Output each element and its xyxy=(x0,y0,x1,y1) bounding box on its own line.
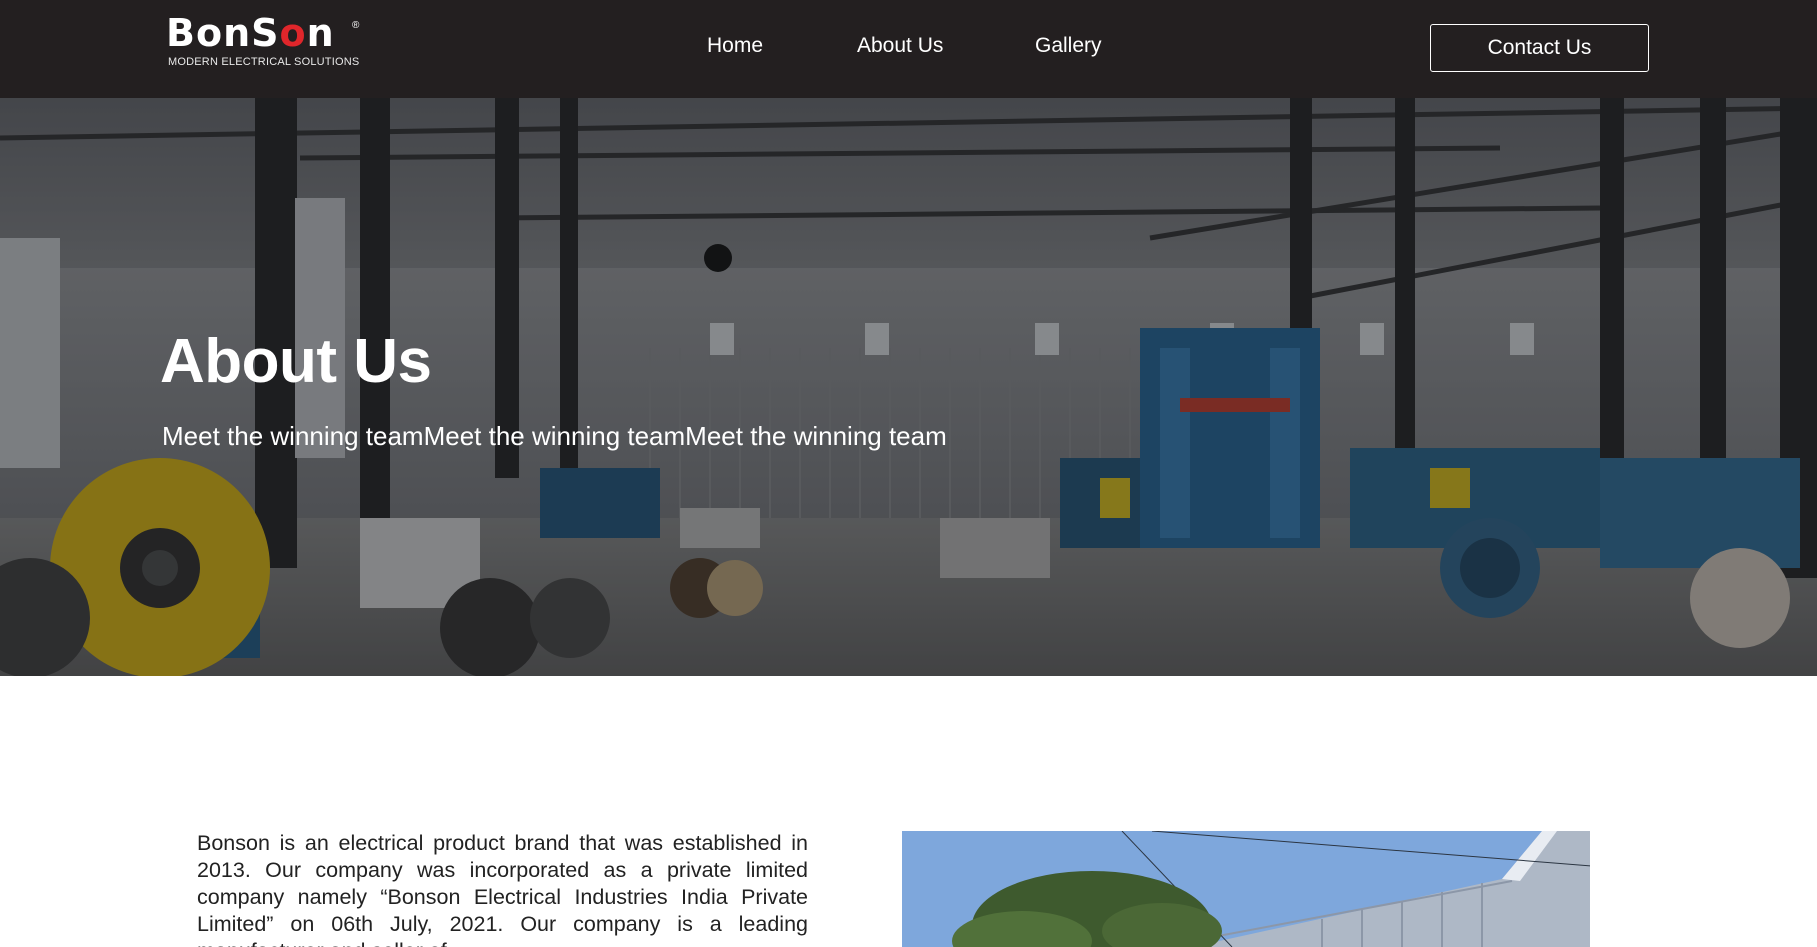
logo-word-main: BonS xyxy=(166,11,280,55)
logo-wordmark: BonSon xyxy=(166,14,335,52)
building-photo-art xyxy=(902,831,1590,947)
registered-mark: ® xyxy=(352,20,360,31)
company-building-image xyxy=(902,831,1590,947)
hero-subtitle: Meet the winning teamMeet the winning te… xyxy=(162,421,947,451)
page: BonSon ® MODERN ELECTRICAL SOLUTIONS Hom… xyxy=(0,0,1817,947)
logo-word-end: n xyxy=(306,11,335,55)
site-header: BonSon ® MODERN ELECTRICAL SOLUTIONS Hom… xyxy=(0,0,1817,98)
nav-home-link[interactable]: Home xyxy=(707,34,763,58)
bonson-logo[interactable]: BonSon ® MODERN ELECTRICAL SOLUTIONS xyxy=(166,14,366,70)
company-intro-paragraph: Bonson is an electrical product brand th… xyxy=(197,831,808,947)
logo-tagline: MODERN ELECTRICAL SOLUTIONS xyxy=(168,56,360,68)
hero-title: About Us xyxy=(160,327,432,396)
nav-gallery-link[interactable]: Gallery xyxy=(1035,34,1102,58)
nav-about-link[interactable]: About Us xyxy=(857,34,943,58)
hero-banner: About Us Meet the winning teamMeet the w… xyxy=(0,98,1817,676)
contact-us-button[interactable]: Contact Us xyxy=(1430,24,1649,72)
logo-word-accent: o xyxy=(279,11,307,55)
